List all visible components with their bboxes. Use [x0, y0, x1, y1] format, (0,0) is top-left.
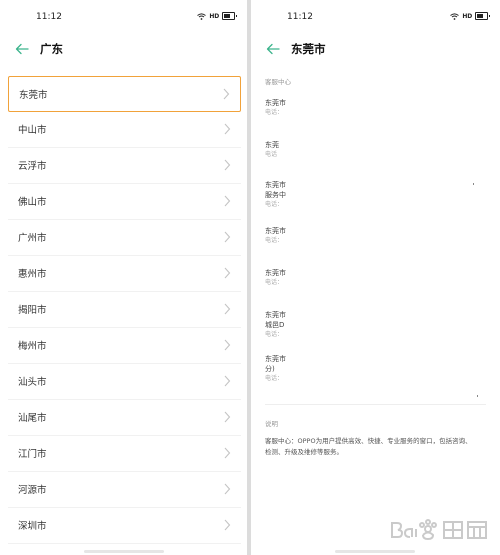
center-name-line2: 城邑D [265, 321, 285, 329]
service-center-entry[interactable]: 东莞 电话 [265, 140, 486, 159]
center-phone: 电话： [265, 237, 284, 244]
center-phone: 电话 [265, 151, 278, 158]
service-center-entry[interactable]: 东莞市电话： [265, 226, 486, 245]
city-name: 江门市 [18, 449, 47, 460]
center-name: 东莞市 [265, 227, 286, 235]
city-item[interactable]: 深圳市 [8, 508, 241, 544]
section-label-service-center: 客服中心 [265, 78, 291, 86]
center-name: 东莞市 [265, 181, 286, 189]
service-center-entry[interactable]: 东莞市服务中电话： [265, 180, 486, 209]
chevron-right-icon [224, 123, 231, 135]
city-name: 东莞市 [19, 90, 48, 101]
status-time: 11:12 [287, 12, 313, 22]
city-name: 佛山市 [18, 197, 47, 208]
city-item[interactable]: 广州市 [8, 220, 241, 256]
scroll-marker [477, 395, 478, 397]
service-center-entry[interactable]: 东莞市电话： [265, 268, 486, 287]
center-name: 东莞市 [265, 355, 286, 363]
chevron-right-icon [224, 339, 231, 351]
center-name: 东莞 [265, 141, 279, 149]
city-item[interactable]: 汕尾市 [8, 400, 241, 436]
center-name: 东莞市 [265, 99, 286, 107]
status-bar: 11:12 HD [251, 0, 500, 34]
city-item[interactable]: 江门市 [8, 436, 241, 472]
chevron-right-icon [224, 483, 231, 495]
center-phone: 电话： [265, 375, 284, 382]
city-name: 云浮市 [18, 161, 47, 172]
title-bar: 东莞市 [251, 38, 500, 62]
center-name-line2: 分) [265, 365, 275, 373]
wifi-icon [450, 12, 460, 20]
chevron-right-icon [224, 411, 231, 423]
section-label-description: 说明 [265, 420, 278, 428]
city-item[interactable]: 梅州市 [8, 328, 241, 364]
service-center-entry[interactable]: 东莞市电话： [265, 98, 486, 117]
title-bar: 广东 [0, 38, 247, 62]
city-item[interactable]: 惠州市 [8, 256, 241, 292]
back-arrow-icon[interactable] [14, 41, 30, 57]
chevron-right-icon [224, 447, 231, 459]
city-name: 揭阳市 [18, 305, 47, 316]
city-item[interactable]: 揭阳市 [8, 292, 241, 328]
status-icons: HD [450, 12, 490, 20]
baidu-jingyan-watermark [391, 519, 487, 541]
battery-icon [475, 12, 490, 20]
service-center-entry[interactable]: 东莞市分) 电话： [265, 354, 486, 383]
chevron-right-icon [224, 519, 231, 531]
city-item[interactable]: 东莞市 [8, 76, 241, 112]
status-icons: HD [197, 12, 237, 20]
city-name: 河源市 [18, 485, 47, 496]
scroll-marker [473, 183, 474, 185]
chevron-right-icon [224, 303, 231, 315]
center-name-line2: 服务中 [265, 191, 286, 199]
city-name: 深圳市 [18, 521, 47, 532]
city-item[interactable]: 云浮市 [8, 148, 241, 184]
province-screen: 11:12 HD 广东 东莞市中山市云浮市佛山市广州市惠州市揭阳市梅州市汕头市汕… [0, 0, 247, 555]
divider [265, 404, 486, 405]
hd-indicator: HD [462, 12, 472, 20]
city-item[interactable]: 中山市 [8, 112, 241, 148]
city-name: 惠州市 [18, 269, 47, 280]
city-item[interactable]: 佛山市 [8, 184, 241, 220]
center-phone: 电话： [265, 109, 284, 116]
page-title: 东莞市 [291, 42, 326, 56]
city-name: 中山市 [18, 125, 47, 136]
city-name: 梅州市 [18, 341, 47, 352]
status-bar: 11:12 HD [0, 0, 247, 34]
hd-indicator: HD [209, 12, 219, 20]
city-detail-screen: 11:12 HD 东莞市 客服中心 东莞市 电话： 东莞 电话 东莞市 服务中 电话： 东莞市… [251, 0, 500, 555]
back-arrow-icon[interactable] [265, 41, 281, 57]
city-name: 汕尾市 [18, 413, 47, 424]
city-item[interactable]: 河源市 [8, 472, 241, 508]
center-phone: 电话： [265, 331, 284, 338]
center-phone: 电话： [265, 201, 284, 208]
page-title: 广东 [40, 42, 63, 56]
description-text: 客服中心：OPPO为用户提供高效、快捷、专业服务的窗口，包括咨询、检测、升级及维… [265, 437, 472, 456]
chevron-right-icon [223, 88, 230, 100]
home-indicator [84, 550, 164, 553]
city-name: 汕头市 [18, 377, 47, 388]
chevron-right-icon [224, 195, 231, 207]
chevron-right-icon [224, 159, 231, 171]
center-phone: 电话： [265, 279, 284, 286]
city-name: 广州市 [18, 233, 47, 244]
center-name: 东莞市 [265, 311, 286, 319]
chevron-right-icon [224, 231, 231, 243]
service-center-entry[interactable]: 东莞市城邑D 电话： [265, 310, 486, 339]
chevron-right-icon [224, 267, 231, 279]
city-item[interactable]: 汕头市 [8, 364, 241, 400]
battery-icon [222, 12, 237, 20]
wifi-icon [197, 12, 207, 20]
status-time: 11:12 [36, 12, 62, 22]
city-list: 东莞市中山市云浮市佛山市广州市惠州市揭阳市梅州市汕头市汕尾市江门市河源市深圳市 [8, 76, 241, 544]
center-name: 东莞市 [265, 269, 286, 277]
chevron-right-icon [224, 375, 231, 387]
home-indicator [335, 550, 415, 553]
